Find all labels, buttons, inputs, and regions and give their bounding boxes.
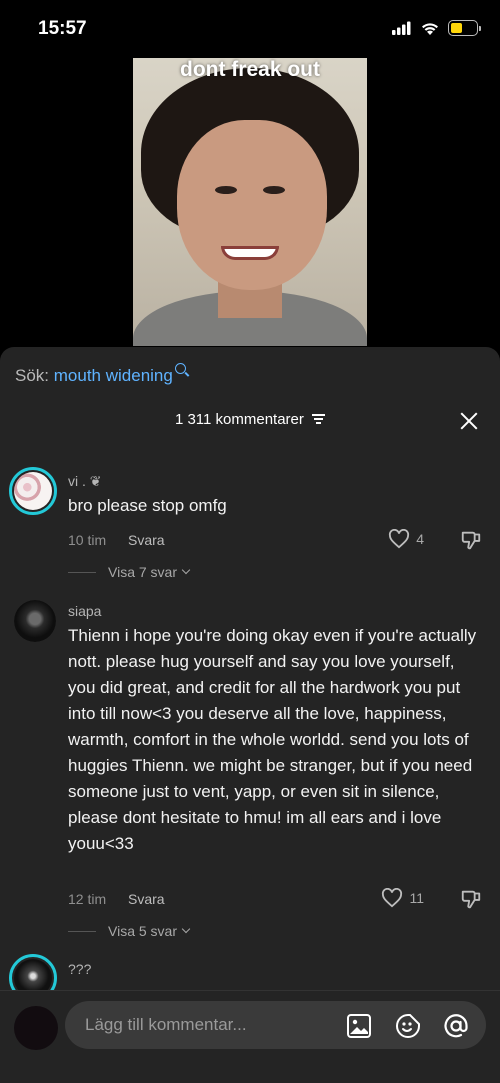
reply-button[interactable]: Svara — [128, 891, 165, 907]
wifi-icon — [422, 22, 438, 35]
video-preview[interactable]: dont freak out — [133, 58, 367, 346]
like-count: 11 — [409, 890, 424, 906]
comment-count: 1 311 kommentarer — [174, 411, 304, 428]
comment-time: 10 tim — [68, 532, 107, 548]
chevron-down-icon — [181, 565, 191, 575]
image-icon[interactable] — [346, 1013, 372, 1039]
comment-composer: Lägg till kommentar... — [0, 990, 500, 1083]
comment-username[interactable]: siapa — [68, 603, 101, 619]
thumbs-down-icon — [461, 531, 481, 550]
reply-button[interactable]: Svara — [128, 532, 165, 548]
search-prefix: Sök: — [15, 366, 50, 385]
like-button[interactable]: 4 — [388, 529, 424, 549]
view-replies-button[interactable]: Visa 5 svar — [68, 923, 191, 939]
chevron-down-icon — [181, 924, 191, 934]
search-term-link[interactable]: mouth widening — [54, 366, 173, 385]
comment-text: bro please stop omfg — [68, 496, 227, 515]
avatar[interactable] — [14, 600, 56, 642]
thumbs-down-icon — [461, 890, 481, 909]
status-time: 15:57 — [38, 18, 87, 39]
view-replies-label: Visa 5 svar — [108, 923, 177, 939]
comment-input-placeholder: Lägg till kommentar... — [85, 1015, 247, 1034]
view-replies-label: Visa 7 svar — [108, 564, 177, 580]
search-icon — [174, 363, 186, 374]
comment-meta: 12 tim Svara — [68, 891, 165, 907]
battery-icon — [448, 20, 481, 36]
comment-username[interactable]: vi . ❦ — [68, 473, 102, 490]
comment-username[interactable]: ??? — [68, 961, 91, 977]
avatar[interactable] — [9, 467, 57, 515]
comment-meta: 10 tim Svara — [68, 532, 165, 548]
video-caption: dont freak out — [180, 58, 320, 81]
cellular-signal-icon — [392, 21, 411, 35]
heart-icon — [389, 529, 410, 549]
comments-panel: Sök: mouth widening 1 311 kommentarer vi… — [0, 347, 500, 1083]
comment-time: 12 tim — [68, 891, 107, 907]
heart-icon — [382, 888, 403, 908]
close-icon[interactable] — [460, 412, 478, 430]
emoji-icon[interactable] — [395, 1013, 421, 1039]
mention-icon[interactable] — [443, 1013, 469, 1039]
view-replies-button[interactable]: Visa 7 svar — [68, 564, 191, 580]
comment-text: Thienn i hope you're doing okay even if … — [68, 626, 477, 853]
status-icons — [392, 20, 481, 36]
comment-count-header: 1 311 kommentarer — [0, 411, 500, 428]
like-count: 4 — [416, 531, 424, 547]
comment-input[interactable]: Lägg till kommentar... — [65, 1001, 486, 1049]
dislike-button[interactable] — [460, 529, 482, 556]
dislike-button[interactable] — [460, 888, 482, 915]
user-avatar — [14, 1006, 58, 1050]
like-button[interactable]: 11 — [381, 888, 424, 908]
sort-filter-icon[interactable] — [312, 414, 326, 424]
status-bar: 15:57 — [0, 0, 500, 60]
search-suggestion[interactable]: Sök: mouth widening — [15, 363, 186, 386]
